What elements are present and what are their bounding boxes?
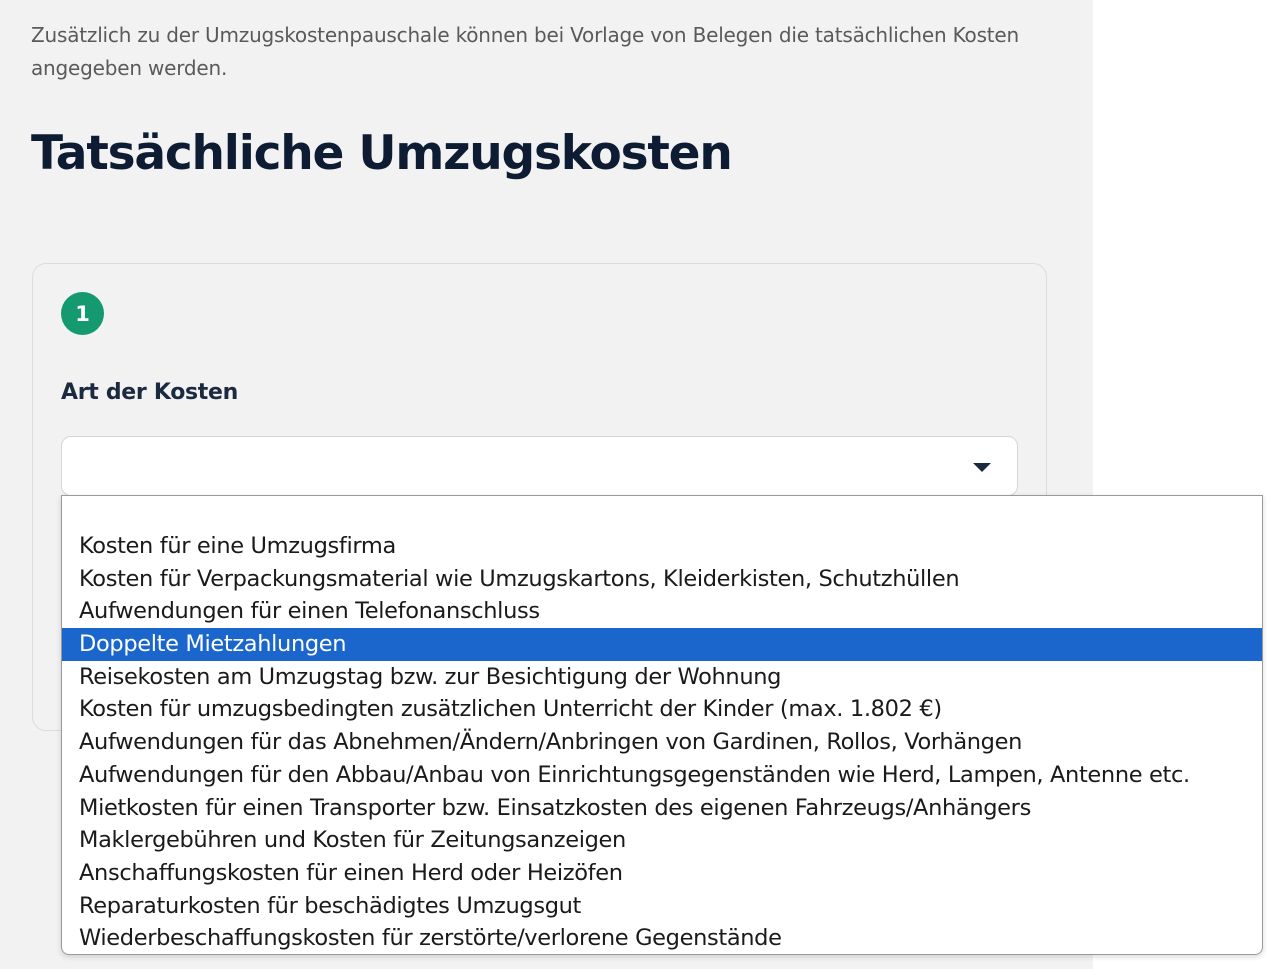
dropdown-option[interactable]: Reisekosten am Umzugstag bzw. zur Besich… [62,661,1262,694]
dropdown-option[interactable]: Anschaffungskosten für einen Herd oder H… [62,857,1262,890]
cost-type-dropdown-list: Kosten für eine Umzugsfirma Kosten für V… [61,495,1263,955]
dropdown-option[interactable]: Mietkosten für einen Transporter bzw. Ei… [62,792,1262,825]
step-badge: 1 [61,292,104,335]
dropdown-option[interactable]: Maklergebühren und Kosten für Zeitungsan… [62,824,1262,857]
cost-type-label: Art der Kosten [61,380,238,405]
dropdown-option[interactable]: Wiederbeschaffungskosten für zerstörte/v… [62,922,1262,954]
page-title: Tatsächliche Umzugskosten [31,126,733,181]
dropdown-option[interactable]: Aufwendungen für den Abbau/Anbau von Ein… [62,759,1262,792]
dropdown-option[interactable]: Kosten für umzugsbedingten zusätzlichen … [62,693,1262,726]
dropdown-option[interactable]: Reparaturkosten für beschädigtes Umzugsg… [62,890,1262,923]
dropdown-option-selected[interactable]: Doppelte Mietzahlungen [62,628,1262,661]
cost-type-select[interactable] [61,436,1018,496]
dropdown-option[interactable]: Aufwendungen für einen Telefonanschluss [62,595,1262,628]
intro-text: Zusätzlich zu der Umzugskostenpauschale … [31,23,1020,80]
dropdown-option[interactable]: Kosten für Verpackungsmaterial wie Umzug… [62,563,1262,596]
dropdown-option[interactable]: Aufwendungen für das Abnehmen/Ändern/Anb… [62,726,1262,759]
chevron-down-icon[interactable] [973,463,991,472]
dropdown-option[interactable]: Kosten für eine Umzugsfirma [62,530,1262,563]
